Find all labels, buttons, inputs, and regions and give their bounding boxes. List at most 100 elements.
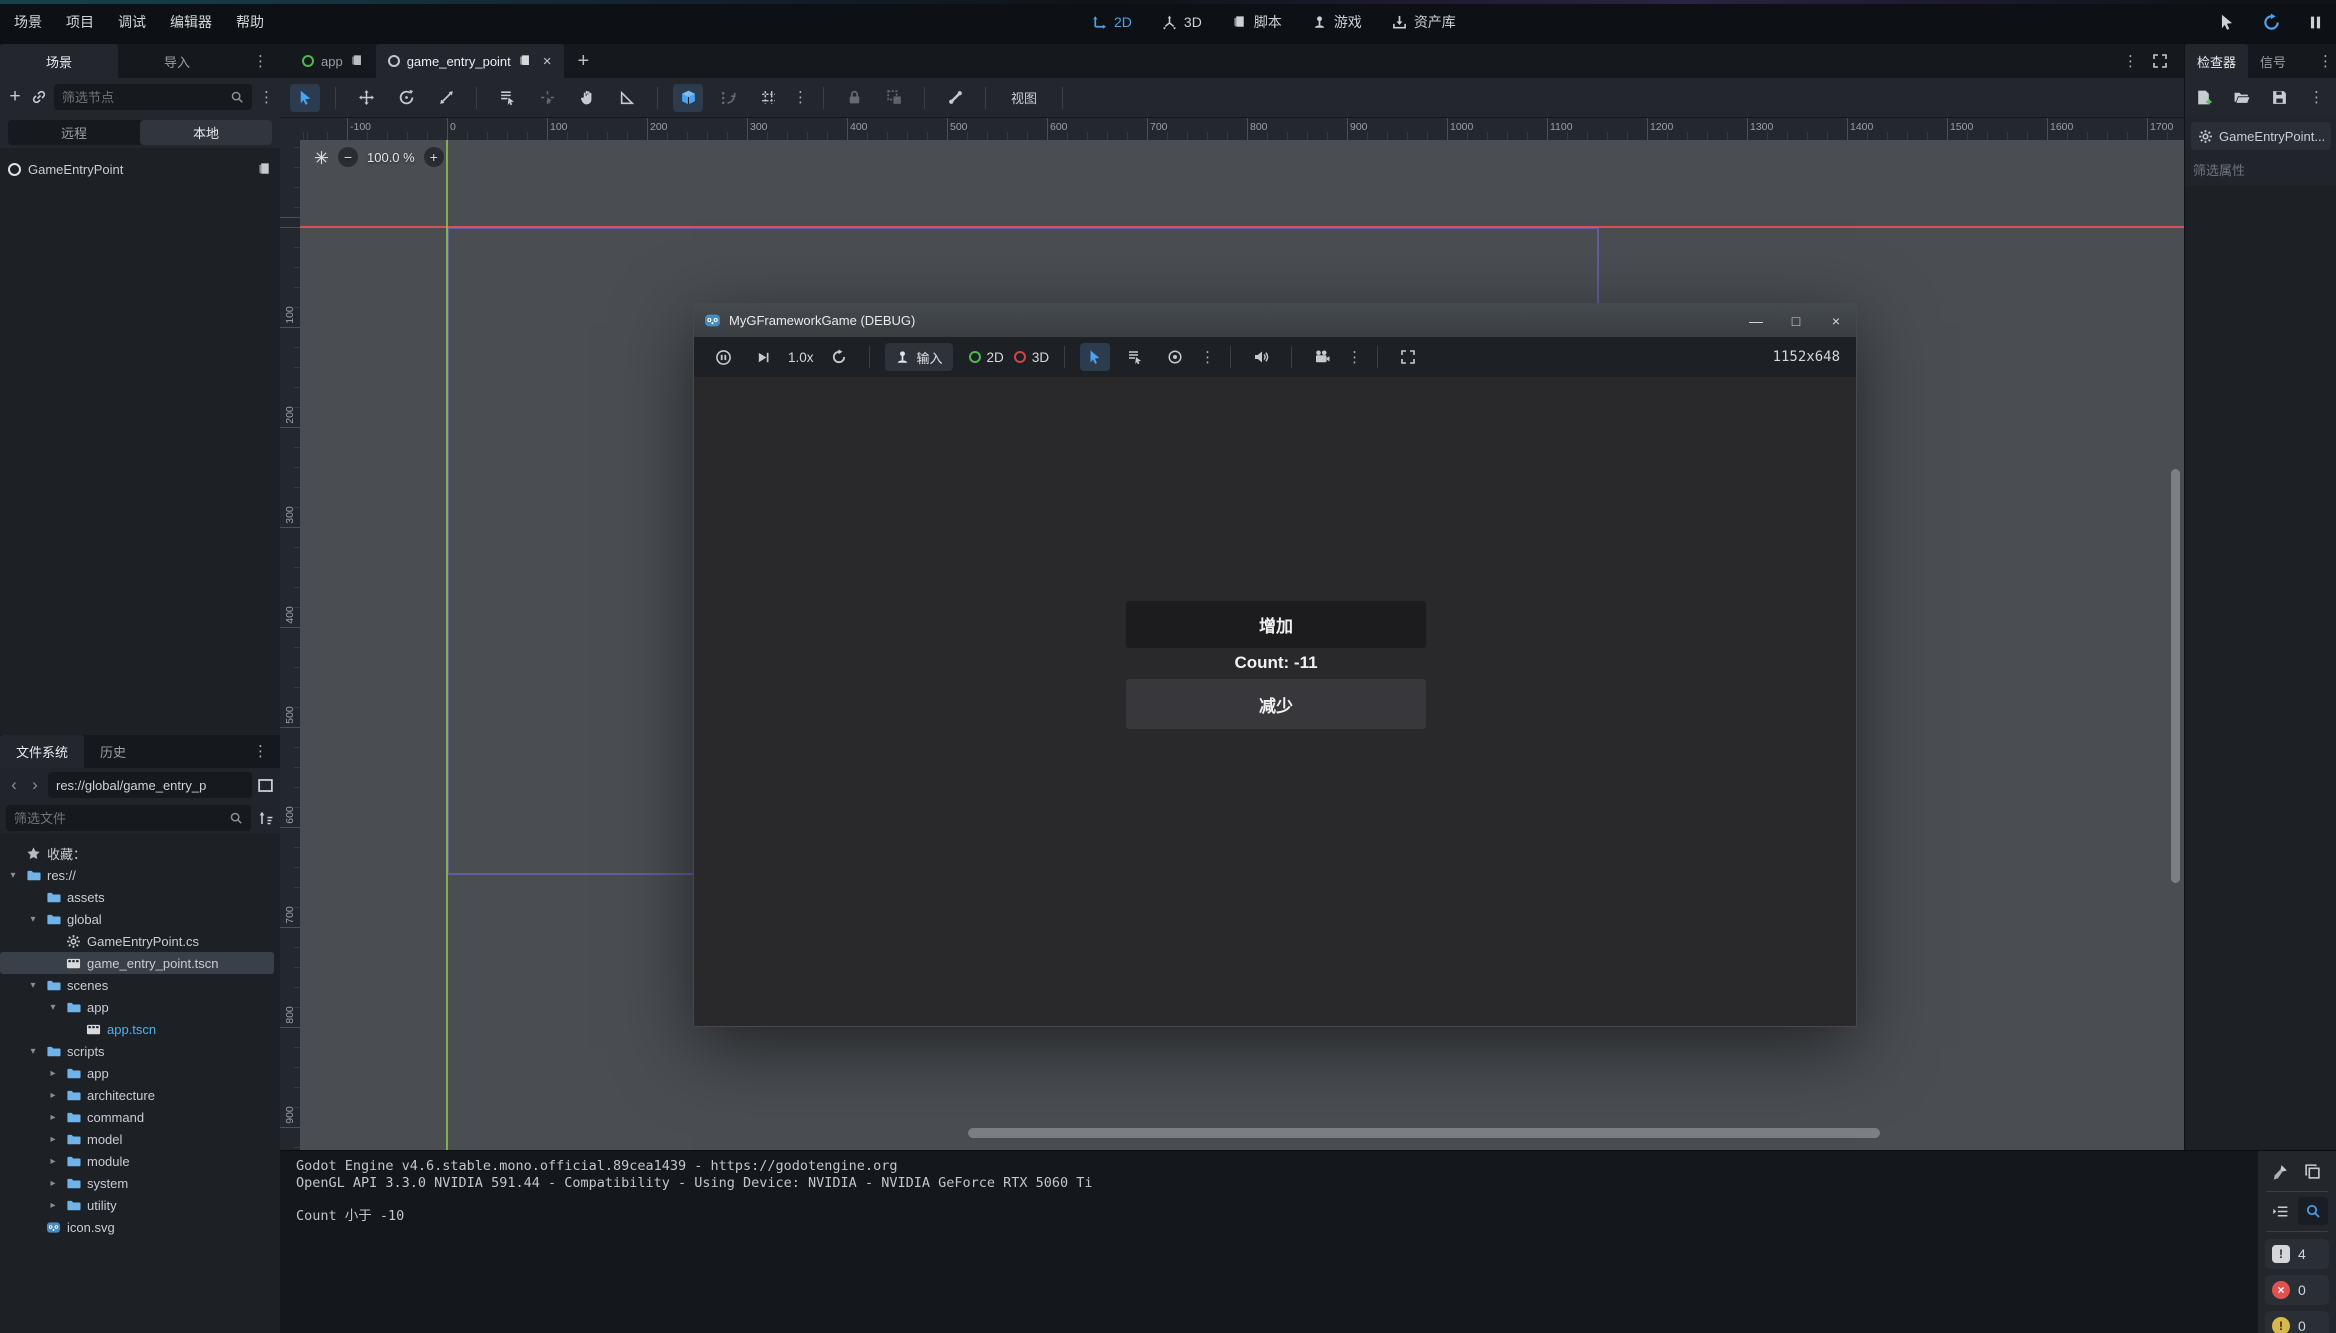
speed-select[interactable]: 1.0x — [788, 350, 814, 365]
search-output-button[interactable] — [2298, 1197, 2328, 1225]
fs-tree-row[interactable]: assets — [0, 886, 274, 908]
workspace-script-button[interactable]: 脚本 — [1232, 12, 1282, 32]
select-tool-button[interactable] — [290, 84, 320, 112]
instance-scene-icon[interactable] — [31, 89, 47, 105]
game-menu-icon[interactable]: ⋮ — [1200, 350, 1215, 365]
split-view-icon[interactable] — [257, 777, 274, 794]
sort-files-icon[interactable] — [258, 810, 274, 826]
fs-tree-row[interactable]: game_entry_point.tscn — [0, 952, 274, 974]
workspace-3d-button[interactable]: 3D — [1162, 14, 1202, 30]
menu-editor[interactable]: 编辑器 — [170, 12, 212, 32]
tree-arrow-icon[interactable]: ▾ — [26, 980, 40, 991]
fs-tree-row[interactable]: app.tscn — [0, 1018, 274, 1040]
view-menu-button[interactable]: 视图 — [1001, 88, 1047, 107]
rotate-tool-button[interactable] — [391, 84, 421, 112]
script-icon[interactable] — [350, 54, 364, 68]
horizontal-scrollbar[interactable] — [968, 1128, 1880, 1138]
fs-tree-row[interactable]: ▸utility — [0, 1194, 274, 1216]
tree-arrow-icon[interactable]: ▸ — [46, 1200, 60, 1211]
camera-2d-button[interactable]: 2D — [969, 350, 1004, 365]
tree-arrow-icon[interactable]: ▸ — [46, 1112, 60, 1123]
fullscreen-button[interactable] — [1393, 343, 1423, 371]
attached-script-icon[interactable] — [257, 162, 272, 177]
lock-node-button[interactable] — [839, 84, 869, 112]
new-resource-icon[interactable] — [2195, 89, 2212, 106]
zoom-out-button[interactable]: − — [338, 147, 358, 167]
fs-tree-row[interactable]: ▾scenes — [0, 974, 274, 996]
script-icon[interactable] — [518, 54, 532, 68]
fs-tree-row[interactable]: 收藏： — [0, 842, 274, 864]
fs-tree-row[interactable]: ▾app — [0, 996, 274, 1018]
tree-arrow-icon[interactable]: ▸ — [46, 1178, 60, 1189]
mute-audio-button[interactable] — [1246, 343, 1276, 371]
movie-menu-icon[interactable]: ⋮ — [1347, 350, 1362, 365]
workspace-2d-button[interactable]: 2D — [1092, 14, 1132, 30]
fs-tree-row[interactable]: ▸app — [0, 1062, 274, 1084]
list-select-button[interactable] — [492, 84, 522, 112]
move-tool-button[interactable] — [351, 84, 381, 112]
game-window-titlebar[interactable]: MyGFrameworkGame (DEBUG) — □ × — [694, 304, 1856, 337]
tree-arrow-icon[interactable]: ▸ — [46, 1134, 60, 1145]
fs-tree-row[interactable]: ▸model — [0, 1128, 274, 1150]
fs-tree-row[interactable]: ▸system — [0, 1172, 274, 1194]
zoom-level-label[interactable]: 100.0 % — [367, 150, 415, 165]
fs-tree-row[interactable]: ▸architecture — [0, 1084, 274, 1106]
game-select-tool-button[interactable] — [1080, 343, 1110, 371]
maximize-button[interactable]: □ — [1776, 304, 1816, 337]
scene-tree-root-node[interactable]: GameEntryPoint — [0, 156, 280, 182]
skeleton-options-button[interactable] — [940, 84, 970, 112]
tree-arrow-icon[interactable]: ▾ — [26, 914, 40, 925]
ruler-tool-button[interactable] — [612, 84, 642, 112]
menu-help[interactable]: 帮助 — [236, 12, 264, 32]
tree-arrow-icon[interactable]: ▾ — [26, 1046, 40, 1057]
workspace-assetlib-button[interactable]: 资产库 — [1392, 12, 1456, 32]
next-frame-button[interactable] — [748, 343, 778, 371]
inspector-menu-icon[interactable]: ⋮ — [2309, 90, 2324, 105]
snap-cursor-button[interactable] — [532, 84, 562, 112]
grid-snap-button[interactable] — [753, 84, 783, 112]
tab-signals[interactable]: 信号 — [2248, 44, 2298, 78]
clear-output-button[interactable] — [2268, 1159, 2292, 1183]
errors-filter-button[interactable]: × 0 — [2265, 1275, 2329, 1305]
fs-tree-row[interactable]: ▾res:// — [0, 864, 274, 886]
camera-override-button[interactable] — [1160, 343, 1190, 371]
tree-arrow-icon[interactable]: ▸ — [46, 1156, 60, 1167]
messages-filter-button[interactable]: ! 4 — [2265, 1239, 2329, 1269]
cursor-tool-icon[interactable] — [2218, 13, 2236, 31]
filter-files-input[interactable] — [14, 806, 229, 830]
filter-nodes-input[interactable] — [62, 85, 230, 109]
scale-tool-button[interactable] — [431, 84, 461, 112]
scene-tab-game-entry-point[interactable]: game_entry_point × — [376, 44, 564, 78]
menu-debug[interactable]: 调试 — [118, 12, 146, 32]
menu-scene[interactable]: 场景 — [14, 12, 42, 32]
camera-3d-button[interactable]: 3D — [1014, 350, 1049, 365]
tab-import[interactable]: 导入 — [118, 44, 236, 78]
input-toggle-button[interactable]: 输入 — [885, 343, 953, 371]
dock-tabs-overflow-icon[interactable]: ⋮ — [2318, 54, 2336, 69]
snap-options-menu-icon[interactable]: ⋮ — [793, 90, 808, 105]
pause-game-icon[interactable] — [2307, 14, 2324, 31]
close-tab-icon[interactable]: × — [543, 53, 552, 70]
fs-tree-row[interactable]: ▾scripts — [0, 1040, 274, 1062]
smart-snap-button[interactable] — [673, 84, 703, 112]
nav-back-button[interactable]: ‹ — [6, 775, 22, 795]
tab-history[interactable]: 历史 — [84, 735, 142, 768]
add-node-button[interactable]: + — [6, 86, 24, 108]
movie-mode-button[interactable] — [1307, 343, 1337, 371]
center-view-icon[interactable] — [314, 150, 329, 165]
pan-tool-button[interactable] — [572, 84, 602, 112]
scene-tree-menu-icon[interactable]: ⋮ — [259, 90, 274, 105]
filter-nodes-field[interactable] — [54, 84, 252, 110]
tab-strip-menu-icon[interactable]: ⋮ — [2123, 54, 2138, 69]
fs-tree-row[interactable]: ▸command — [0, 1106, 274, 1128]
save-resource-icon[interactable] — [2271, 89, 2288, 106]
local-tab[interactable]: 本地 — [140, 120, 272, 145]
restart-game-icon[interactable] — [2262, 13, 2281, 32]
filter-files-field[interactable] — [6, 805, 251, 831]
tab-filesystem[interactable]: 文件系统 — [0, 735, 84, 768]
reset-speed-button[interactable] — [824, 343, 854, 371]
fs-dock-menu-icon[interactable]: ⋮ — [241, 744, 280, 759]
copy-output-button[interactable] — [2300, 1159, 2324, 1183]
tab-scene[interactable]: 场景 — [0, 44, 118, 78]
tab-inspector[interactable]: 检查器 — [2185, 44, 2248, 78]
